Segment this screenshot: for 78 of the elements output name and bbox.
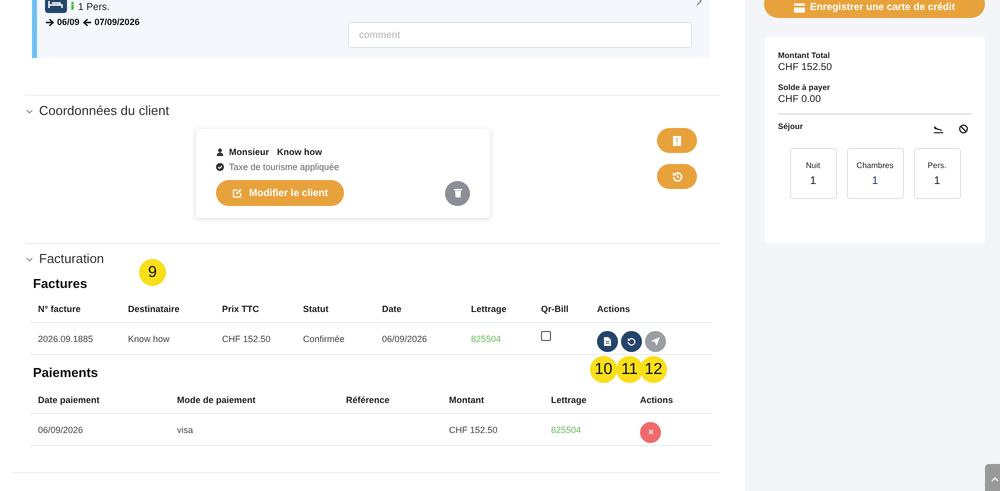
table-cell-text: CHF 152.50 [449, 424, 499, 434]
plane-landing-icon[interactable] [933, 124, 944, 134]
bed-icon [45, 0, 67, 13]
refresh-button[interactable] [621, 330, 642, 352]
arrival-date: 06/09 [57, 17, 80, 27]
annotation-marker: 10 [590, 356, 617, 383]
column-header: Actions [640, 394, 674, 404]
stay-card[interactable]: 1 Pers. 06/09 07/09/2026 comment [32, 0, 710, 58]
section-title: Facturation [39, 250, 104, 266]
total-amount: CHF 152.50 [778, 62, 833, 73]
table-cell-text: 2026.09.1885 [38, 334, 94, 344]
annotation-marker: 9 [139, 259, 166, 286]
arrow-left-icon [82, 18, 92, 26]
stay-label: Séjour [778, 122, 804, 131]
column-header: Mode de paiement [177, 394, 257, 404]
balance-label: Solde à payer [778, 83, 832, 92]
table-cell-text: Confirmée [303, 334, 346, 344]
section-title: Coordonnées du client [39, 102, 170, 118]
lettering-link[interactable]: 825504 [471, 334, 541, 344]
column-header: Destinataire [128, 304, 181, 314]
column-header: Lettrage [471, 304, 508, 314]
register-card-button[interactable]: Enregistrer une carte de crédit [764, 0, 985, 18]
chevron-icon[interactable] [26, 257, 33, 262]
column-header: N° facture [38, 304, 82, 314]
annotation-marker: 11 [616, 356, 643, 383]
client-civility: Monsieur [229, 146, 270, 156]
table-cell-text: CHF 152.50 [222, 334, 272, 344]
table-cell-text: 06/09/2026 [38, 424, 84, 434]
lettering-link[interactable]: 825504 [551, 424, 640, 434]
departure-date: 07/09/2026 [94, 17, 140, 27]
column-header: Lettrage [551, 394, 588, 404]
total-label: Montant Total [778, 51, 831, 60]
send-icon [651, 336, 660, 346]
tourism-tax-note: Taxe de tourisme appliquée [229, 162, 340, 172]
column-header: Date paiement [38, 394, 101, 404]
column-header: Qr-Bill [541, 304, 570, 314]
stat-label: Pers. [928, 160, 946, 170]
payments-title: Paiements [33, 364, 98, 382]
client-name: Know how [277, 146, 322, 156]
table-cell-text: Know how [128, 334, 171, 344]
stat-label: Chambres [856, 160, 894, 170]
column-header: Statut [303, 304, 330, 314]
delete-button[interactable] [640, 422, 661, 442]
qr-bill-checkbox[interactable] [541, 331, 551, 342]
trash-icon [452, 188, 462, 198]
check-circle-icon [216, 162, 224, 170]
table-cell-text: visa [177, 424, 194, 434]
delete-button[interactable] [445, 180, 470, 206]
column-header: Actions [597, 304, 632, 314]
stat-label: Nuit [806, 160, 820, 170]
persons-count: 1 Pers. [78, 2, 110, 12]
user-icon [216, 148, 224, 156]
edit-client-button[interactable]: Modifier le client [216, 180, 344, 206]
document-icon [673, 136, 681, 146]
table-cell-text: 06/09/2026 [382, 334, 428, 344]
close-icon [648, 429, 654, 435]
stat-value: 1 [810, 174, 816, 186]
chevron-icon[interactable] [26, 109, 33, 114]
history-icon [672, 171, 682, 182]
ban-icon[interactable] [958, 124, 969, 134]
stat-value: 1 [934, 174, 940, 186]
column-header: Date [382, 304, 403, 314]
person-icon [70, 0, 75, 10]
document-icon [604, 336, 611, 346]
column-header: Montant [449, 394, 485, 404]
edit-icon [232, 188, 243, 198]
stat-value: 1 [872, 174, 878, 186]
document-button[interactable] [597, 330, 618, 352]
annotation-marker: 12 [640, 356, 667, 383]
column-header: Référence [346, 394, 391, 404]
column-header: Prix TTC [222, 304, 260, 314]
chevron-up-icon [991, 476, 999, 482]
invoices-title: Factures [33, 275, 88, 293]
credit-card-icon [794, 2, 805, 12]
comment-field[interactable]: comment [348, 22, 692, 48]
balance-amount: CHF 0.00 [778, 94, 822, 105]
refresh-icon [627, 336, 636, 346]
arrow-right-icon [45, 18, 54, 26]
